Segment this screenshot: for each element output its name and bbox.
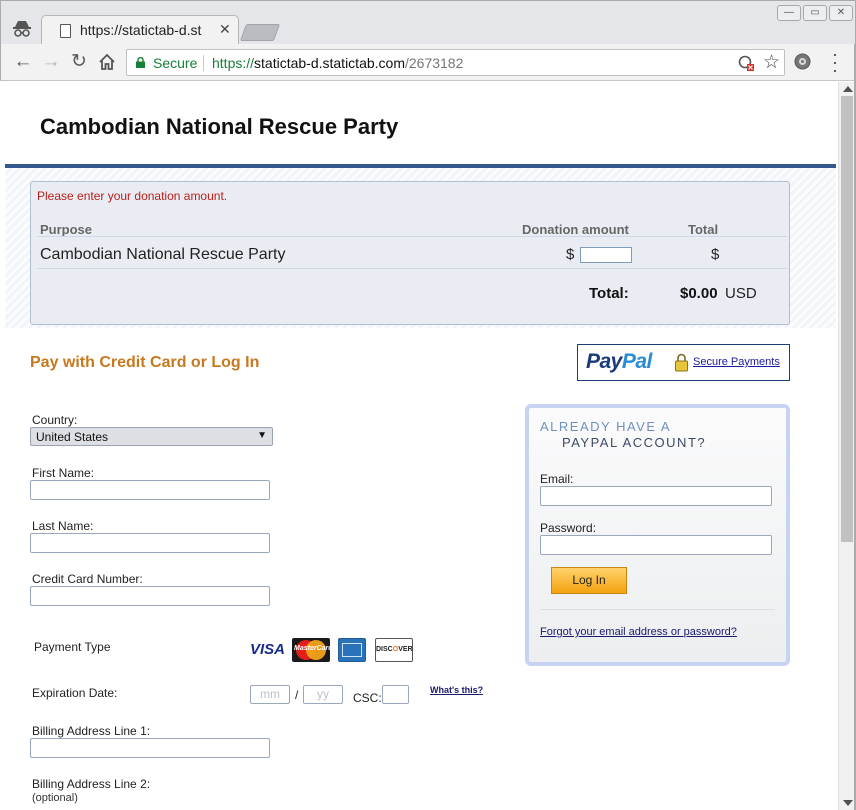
total-label: Total: [589, 285, 629, 302]
donation-amount-input[interactable] [580, 247, 632, 263]
page-viewport: Cambodian National Rescue Party Please e… [1, 82, 838, 810]
optional-label: (optional) [32, 792, 78, 804]
browser-tabstrip: https://statictab-d.st ✕ — ▭ ✕ [0, 0, 856, 46]
expiration-month-input[interactable]: mm [250, 685, 290, 704]
billing-line2-label: Billing Address Line 2: [32, 777, 151, 791]
table-divider [37, 236, 787, 237]
browser-menu-icon[interactable]: · · · [831, 45, 839, 79]
last-name-input[interactable] [30, 533, 270, 553]
omnibox-divider [203, 55, 204, 71]
url-host: statictab-d.statictab.com [254, 55, 405, 71]
first-name-label: First Name: [32, 466, 95, 480]
purpose-column-header: Purpose [40, 222, 93, 237]
url-scheme: https:// [212, 55, 255, 71]
csc-label: CSC: [353, 691, 382, 705]
log-in-button[interactable]: Log In [551, 567, 627, 594]
csc-input[interactable] [382, 685, 409, 704]
row-total-currency: $ [711, 246, 720, 263]
amount-currency: $ [566, 246, 575, 263]
last-name-label: Last Name: [32, 519, 94, 533]
pay-heading: Pay with Credit Card or Log In [30, 354, 260, 371]
blocked-content-icon[interactable] [738, 55, 754, 71]
payment-type-label: Payment Type [34, 640, 111, 654]
password-input[interactable] [540, 535, 772, 555]
paypal-logo-pal: Pal [621, 350, 653, 373]
country-label: Country: [32, 413, 78, 427]
email-input[interactable] [540, 486, 772, 506]
browser-tab[interactable]: https://statictab-d.st ✕ [41, 15, 239, 46]
url-text: https://statictab-d.statictab.com/267318… [212, 55, 463, 71]
page-title: Cambodian National Rescue Party [40, 114, 399, 139]
card-number-label: Credit Card Number: [32, 572, 143, 586]
first-name-input[interactable] [30, 480, 270, 500]
donation-summary: Please enter your donation amount. Purpo… [30, 181, 790, 325]
table-divider [37, 268, 787, 269]
expiration-year-input[interactable]: yy [303, 685, 343, 704]
url-path: /2673182 [404, 55, 464, 71]
paypal-logo-pay: Pay [586, 350, 622, 373]
back-arrow-icon[interactable]: ← [12, 51, 34, 73]
tab-close-icon[interactable]: ✕ [219, 21, 231, 38]
password-label: Password: [540, 521, 597, 535]
forward-arrow-icon[interactable]: → [40, 51, 62, 73]
discover-card-icon[interactable]: DISCOVER [375, 638, 413, 662]
new-tab-button[interactable] [239, 24, 281, 41]
secure-label: Secure [153, 55, 198, 71]
login-heading-line2: PAYPAL ACCOUNT? [562, 435, 707, 450]
scroll-down-arrow-icon[interactable] [843, 800, 853, 806]
card-number-input[interactable] [30, 586, 270, 606]
close-window-button[interactable]: ✕ [829, 5, 853, 21]
country-select[interactable]: United States ▼ [30, 427, 273, 446]
paypal-login-panel: ALREADY HAVE A PAYPAL ACCOUNT? Email: Pa… [525, 404, 790, 666]
whats-this-link[interactable]: What's this? [430, 685, 483, 695]
total-currency: USD [725, 285, 757, 302]
home-icon[interactable] [97, 52, 117, 72]
reload-icon[interactable]: ↻ [68, 51, 90, 73]
total-value: $0.00 [680, 285, 718, 302]
lock-icon [136, 57, 145, 68]
amex-card-icon[interactable] [338, 638, 366, 662]
error-message: Please enter your donation amount. [37, 189, 228, 203]
purpose-value: Cambodian National Rescue Party [40, 246, 286, 263]
bookmark-star-icon[interactable]: ☆ [763, 51, 780, 74]
panel-divider [540, 609, 775, 610]
country-value: United States [36, 430, 109, 444]
maximize-button[interactable]: ▭ [803, 5, 827, 21]
expiration-label: Expiration Date: [32, 686, 118, 700]
total-column-header: Total [688, 222, 719, 237]
scroll-up-arrow-icon[interactable] [843, 86, 853, 92]
page-favicon-icon [60, 24, 71, 38]
mastercard-card-icon[interactable]: MasterCard [292, 638, 333, 662]
discover-text-a: DISC [376, 646, 393, 653]
visa-card-icon[interactable]: VISA [250, 638, 286, 662]
mastercard-text: MasterCard [294, 645, 333, 652]
billing-line1-label: Billing Address Line 1: [32, 724, 151, 738]
paypal-secure-badge[interactable]: PayPal Secure Payments [577, 344, 790, 381]
minimize-button[interactable]: — [777, 5, 801, 21]
padlock-icon [675, 353, 688, 372]
incognito-icon [13, 21, 31, 37]
billing-line1-input[interactable] [30, 738, 270, 758]
chevron-down-icon: ▼ [257, 430, 267, 441]
amex-box [342, 643, 362, 657]
expiration-slash: / [295, 688, 299, 702]
email-label: Email: [540, 472, 574, 486]
scroll-thumb[interactable] [841, 96, 853, 542]
browser-toolbar: ← → ↻ Secure https://statictab-d.statict… [0, 44, 856, 81]
discover-text-b: VER [398, 646, 413, 653]
tab-title: https://statictab-d.st [80, 22, 202, 38]
login-heading-line1: ALREADY HAVE A [540, 419, 672, 434]
extension-gear-icon[interactable] [793, 52, 812, 71]
forgot-credentials-link[interactable]: Forgot your email address or password? [540, 626, 737, 638]
paypal-logo: PayPal [586, 350, 652, 374]
secure-payments-link[interactable]: Secure Payments [693, 356, 780, 368]
address-bar[interactable]: Secure https://statictab-d.statictab.com… [126, 49, 785, 76]
amount-column-header: Donation amount [522, 222, 629, 237]
